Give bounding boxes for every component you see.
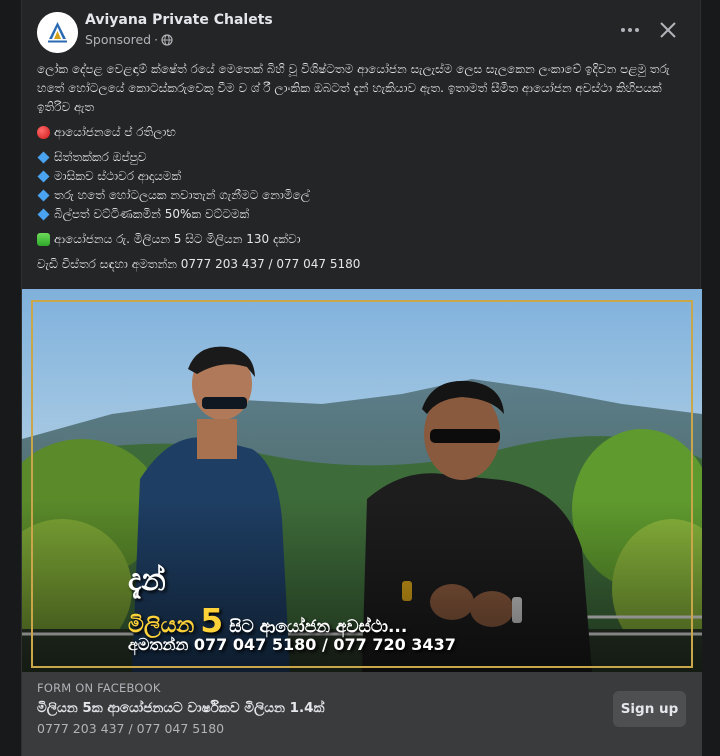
globe-icon[interactable] — [161, 33, 173, 46]
close-icon[interactable] — [654, 16, 682, 44]
investment-range-row: ආයෝජනය රු. මිලියන 5 සිට මිලියන 130 දක්වා — [37, 230, 687, 249]
blue-diamond-icon — [37, 170, 50, 183]
benefits-heading: ආයෝජනයේ ප් රතිලාභ — [54, 125, 176, 139]
video-overlay-phone: අමතන්න 077 047 5180 / 077 720 3437 — [128, 635, 456, 654]
video-overlay-line1: දැන් — [128, 563, 166, 598]
investment-range: ආයෝජනය රු. මිලියන 5 සිට මිලියන 130 දක්වා — [54, 232, 301, 246]
page-avatar[interactable] — [37, 12, 78, 53]
green-square-icon — [37, 233, 50, 246]
post-header: Aviyana Private Chalets Sponsored · — [22, 0, 702, 60]
cta-headline[interactable]: මිලියන 5ක ආයෝජනයට වාර්ෂිකව මිලියන 1.4ක් — [37, 700, 325, 716]
blue-diamond-icon — [37, 151, 50, 164]
sponsored-label[interactable]: Sponsored — [85, 32, 151, 47]
separator-dot: · — [154, 32, 159, 47]
sponsored-label-row: Sponsored · — [85, 32, 173, 47]
blue-diamond-icon — [37, 208, 50, 221]
feed-background: Aviyana Private Chalets Sponsored · ලෝක … — [0, 0, 720, 756]
cta-source-label: FORM ON FACEBOOK — [37, 681, 161, 695]
contact-line: වැඩි විස්තර සඳහා අමතන්න 0777 203 437 / 0… — [37, 257, 361, 271]
benefit-text: සිත්තක්කර ඔප්පුව — [54, 150, 147, 164]
red-circle-icon — [37, 126, 50, 139]
list-item: බිල්පත් වට්ටිණකමින් 50%ක වට්ටමක් — [37, 205, 687, 224]
benefits-heading-row: ආයෝජනයේ ප් රතිලාභ — [37, 123, 687, 142]
cta-bar[interactable]: FORM ON FACEBOOK මිලියන 5ක ආයෝජනයට වාර්ෂ… — [22, 672, 702, 756]
page-name[interactable]: Aviyana Private Chalets — [85, 12, 273, 28]
overlay-rest: සිට ආයෝජන අවස්ථා... — [229, 617, 408, 637]
aviyana-logo — [37, 12, 78, 53]
sign-up-button[interactable]: Sign up — [613, 691, 686, 727]
intro-paragraph: ලෝක දේපළ වෙළඳාම් ක්ෂේත් රයේ මෙතෙක් බිහි … — [37, 62, 670, 114]
blue-diamond-icon — [37, 189, 50, 202]
more-options-icon[interactable] — [614, 18, 646, 42]
benefit-text: තරු හතේ හෝටලයක නවාතැන් ගැනීමට නොමිලේ — [54, 188, 310, 202]
post-text: ලෝක දේපළ වෙළඳාම් ක්ෂේත් රයේ මෙතෙක් බිහි … — [37, 60, 687, 274]
list-item: මාසිකව ස්ථාවර ආදායමක් — [37, 167, 687, 186]
list-item: සිත්තක්කර ඔප්පුව — [37, 148, 687, 167]
benefit-text: මාසිකව ස්ථාවර ආදායමක් — [54, 169, 182, 183]
cta-description: 0777 203 437 / 077 047 5180 — [37, 721, 225, 736]
list-item: තරු හතේ හෝටලයක නවාතැන් ගැනීමට නොමිලේ — [37, 186, 687, 205]
benefit-text: බිල්පත් වට්ටිණකමින් 50%ක වට්ටමක් — [54, 207, 250, 221]
